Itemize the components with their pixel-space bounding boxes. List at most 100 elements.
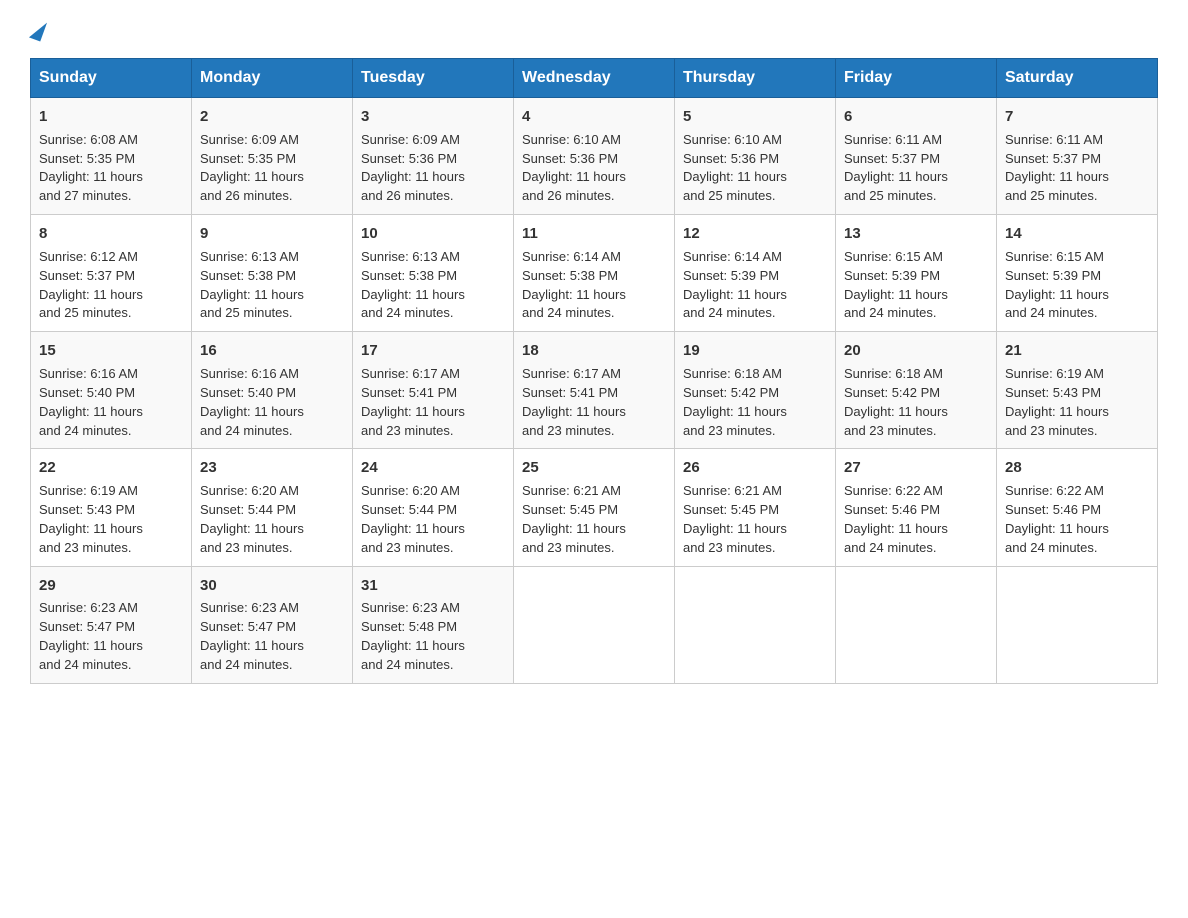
- day-cell: 26 Sunrise: 6:21 AMSunset: 5:45 PMDayligh…: [675, 449, 836, 566]
- day-info: Sunrise: 6:11 AMSunset: 5:37 PMDaylight:…: [1005, 132, 1109, 204]
- week-row-1: 1 Sunrise: 6:08 AMSunset: 5:35 PMDaylight…: [31, 98, 1158, 215]
- day-cell: 31 Sunrise: 6:23 AMSunset: 5:48 PMDayligh…: [353, 566, 514, 683]
- day-number: 31: [361, 575, 505, 597]
- day-number: 29: [39, 575, 183, 597]
- day-info: Sunrise: 6:16 AMSunset: 5:40 PMDaylight:…: [39, 366, 143, 438]
- day-number: 4: [522, 106, 666, 128]
- day-number: 17: [361, 340, 505, 362]
- day-number: 7: [1005, 106, 1149, 128]
- day-number: 8: [39, 223, 183, 245]
- day-info: Sunrise: 6:14 AMSunset: 5:38 PMDaylight:…: [522, 249, 626, 321]
- day-number: 22: [39, 457, 183, 479]
- header-thursday: Thursday: [675, 59, 836, 98]
- day-cell: 8 Sunrise: 6:12 AMSunset: 5:37 PMDaylight…: [31, 215, 192, 332]
- day-cell: [675, 566, 836, 683]
- day-info: Sunrise: 6:23 AMSunset: 5:48 PMDaylight:…: [361, 600, 465, 672]
- day-number: 6: [844, 106, 988, 128]
- day-info: Sunrise: 6:10 AMSunset: 5:36 PMDaylight:…: [522, 132, 626, 204]
- day-cell: 9 Sunrise: 6:13 AMSunset: 5:38 PMDaylight…: [192, 215, 353, 332]
- day-number: 12: [683, 223, 827, 245]
- day-number: 16: [200, 340, 344, 362]
- day-info: Sunrise: 6:13 AMSunset: 5:38 PMDaylight:…: [200, 249, 304, 321]
- day-number: 1: [39, 106, 183, 128]
- day-info: Sunrise: 6:08 AMSunset: 5:35 PMDaylight:…: [39, 132, 143, 204]
- header-saturday: Saturday: [997, 59, 1158, 98]
- day-info: Sunrise: 6:18 AMSunset: 5:42 PMDaylight:…: [844, 366, 948, 438]
- day-info: Sunrise: 6:13 AMSunset: 5:38 PMDaylight:…: [361, 249, 465, 321]
- day-number: 2: [200, 106, 344, 128]
- day-info: Sunrise: 6:22 AMSunset: 5:46 PMDaylight:…: [844, 483, 948, 555]
- day-cell: [836, 566, 997, 683]
- day-cell: 29 Sunrise: 6:23 AMSunset: 5:47 PMDayligh…: [31, 566, 192, 683]
- day-cell: 16 Sunrise: 6:16 AMSunset: 5:40 PMDayligh…: [192, 332, 353, 449]
- day-info: Sunrise: 6:23 AMSunset: 5:47 PMDaylight:…: [39, 600, 143, 672]
- week-row-4: 22Sunrise: 6:19 AMSunset: 5:43 PMDayligh…: [31, 449, 1158, 566]
- week-row-3: 15 Sunrise: 6:16 AMSunset: 5:40 PMDayligh…: [31, 332, 1158, 449]
- day-cell: 14 Sunrise: 6:15 AMSunset: 5:39 PMDayligh…: [997, 215, 1158, 332]
- header-tuesday: Tuesday: [353, 59, 514, 98]
- day-info: Sunrise: 6:17 AMSunset: 5:41 PMDaylight:…: [361, 366, 465, 438]
- day-cell: 22Sunrise: 6:19 AMSunset: 5:43 PMDayligh…: [31, 449, 192, 566]
- day-cell: 21Sunrise: 6:19 AMSunset: 5:43 PMDayligh…: [997, 332, 1158, 449]
- day-cell: 20 Sunrise: 6:18 AMSunset: 5:42 PMDayligh…: [836, 332, 997, 449]
- day-number: 28: [1005, 457, 1149, 479]
- day-number: 19: [683, 340, 827, 362]
- day-info: Sunrise: 6:21 AMSunset: 5:45 PMDaylight:…: [522, 483, 626, 555]
- day-info: Sunrise: 6:12 AMSunset: 5:37 PMDaylight:…: [39, 249, 143, 321]
- logo-triangle-icon: [29, 19, 47, 42]
- day-info: Sunrise: 6:21 AMSunset: 5:45 PMDaylight:…: [683, 483, 787, 555]
- day-cell: [514, 566, 675, 683]
- week-row-2: 8 Sunrise: 6:12 AMSunset: 5:37 PMDaylight…: [31, 215, 1158, 332]
- calendar-header-row: SundayMondayTuesdayWednesdayThursdayFrid…: [31, 59, 1158, 98]
- day-info: Sunrise: 6:19 AMSunset: 5:43 PMDaylight:…: [1005, 366, 1109, 438]
- day-number: 30: [200, 575, 344, 597]
- day-cell: 1 Sunrise: 6:08 AMSunset: 5:35 PMDaylight…: [31, 98, 192, 215]
- header-wednesday: Wednesday: [514, 59, 675, 98]
- day-number: 20: [844, 340, 988, 362]
- day-number: 27: [844, 457, 988, 479]
- day-cell: 17 Sunrise: 6:17 AMSunset: 5:41 PMDayligh…: [353, 332, 514, 449]
- day-number: 26: [683, 457, 827, 479]
- day-cell: 5 Sunrise: 6:10 AMSunset: 5:36 PMDaylight…: [675, 98, 836, 215]
- day-cell: 2 Sunrise: 6:09 AMSunset: 5:35 PMDaylight…: [192, 98, 353, 215]
- day-cell: 30 Sunrise: 6:23 AMSunset: 5:47 PMDayligh…: [192, 566, 353, 683]
- day-info: Sunrise: 6:18 AMSunset: 5:42 PMDaylight:…: [683, 366, 787, 438]
- day-info: Sunrise: 6:23 AMSunset: 5:47 PMDaylight:…: [200, 600, 304, 672]
- day-cell: 27 Sunrise: 6:22 AMSunset: 5:46 PMDayligh…: [836, 449, 997, 566]
- day-cell: 13 Sunrise: 6:15 AMSunset: 5:39 PMDayligh…: [836, 215, 997, 332]
- day-cell: 15 Sunrise: 6:16 AMSunset: 5:40 PMDayligh…: [31, 332, 192, 449]
- day-number: 9: [200, 223, 344, 245]
- day-info: Sunrise: 6:14 AMSunset: 5:39 PMDaylight:…: [683, 249, 787, 321]
- header-sunday: Sunday: [31, 59, 192, 98]
- logo: [30, 20, 44, 38]
- calendar-table: SundayMondayTuesdayWednesdayThursdayFrid…: [30, 58, 1158, 684]
- day-number: 15: [39, 340, 183, 362]
- day-cell: 11 Sunrise: 6:14 AMSunset: 5:38 PMDayligh…: [514, 215, 675, 332]
- day-cell: 10Sunrise: 6:13 AMSunset: 5:38 PMDayligh…: [353, 215, 514, 332]
- day-number: 11: [522, 223, 666, 245]
- day-info: Sunrise: 6:15 AMSunset: 5:39 PMDaylight:…: [844, 249, 948, 321]
- day-cell: 7 Sunrise: 6:11 AMSunset: 5:37 PMDaylight…: [997, 98, 1158, 215]
- day-number: 14: [1005, 223, 1149, 245]
- day-number: 23: [200, 457, 344, 479]
- header-monday: Monday: [192, 59, 353, 98]
- day-number: 25: [522, 457, 666, 479]
- day-cell: 6Sunrise: 6:11 AMSunset: 5:37 PMDaylight…: [836, 98, 997, 215]
- day-info: Sunrise: 6:10 AMSunset: 5:36 PMDaylight:…: [683, 132, 787, 204]
- day-number: 13: [844, 223, 988, 245]
- day-cell: 12 Sunrise: 6:14 AMSunset: 5:39 PMDayligh…: [675, 215, 836, 332]
- day-cell: 25 Sunrise: 6:21 AMSunset: 5:45 PMDayligh…: [514, 449, 675, 566]
- day-number: 3: [361, 106, 505, 128]
- day-number: 18: [522, 340, 666, 362]
- day-info: Sunrise: 6:09 AMSunset: 5:36 PMDaylight:…: [361, 132, 465, 204]
- day-cell: 19 Sunrise: 6:18 AMSunset: 5:42 PMDayligh…: [675, 332, 836, 449]
- day-info: Sunrise: 6:16 AMSunset: 5:40 PMDaylight:…: [200, 366, 304, 438]
- day-info: Sunrise: 6:20 AMSunset: 5:44 PMDaylight:…: [361, 483, 465, 555]
- day-cell: 28Sunrise: 6:22 AMSunset: 5:46 PMDayligh…: [997, 449, 1158, 566]
- day-info: Sunrise: 6:09 AMSunset: 5:35 PMDaylight:…: [200, 132, 304, 204]
- day-info: Sunrise: 6:17 AMSunset: 5:41 PMDaylight:…: [522, 366, 626, 438]
- day-number: 5: [683, 106, 827, 128]
- day-cell: 4 Sunrise: 6:10 AMSunset: 5:36 PMDaylight…: [514, 98, 675, 215]
- day-cell: [997, 566, 1158, 683]
- day-info: Sunrise: 6:15 AMSunset: 5:39 PMDaylight:…: [1005, 249, 1109, 321]
